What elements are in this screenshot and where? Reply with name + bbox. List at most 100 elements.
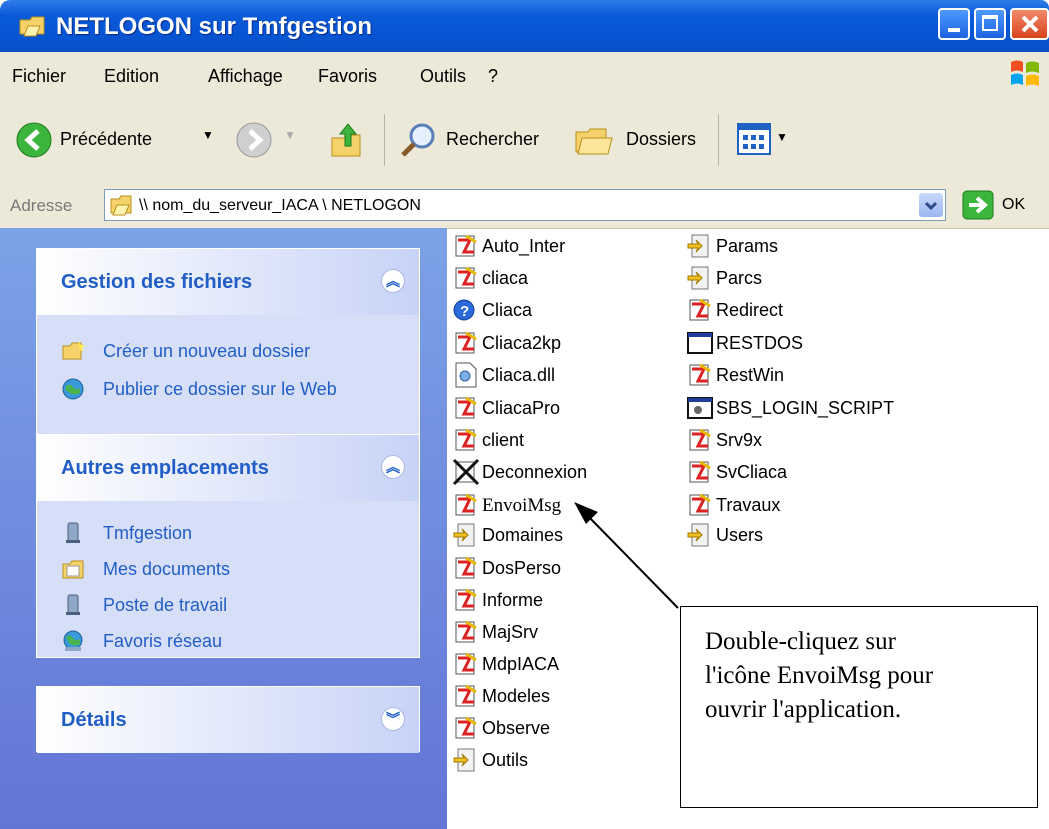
task-new-folder-label[interactable]: Créer un nouveau dossier [103, 341, 310, 362]
window-title: NETLOGON sur Tmfgestion [56, 13, 373, 40]
close-icon [1021, 15, 1039, 33]
place-my-documents-label[interactable]: Mes documents [103, 559, 230, 580]
go-label[interactable]: OK [1002, 196, 1025, 214]
file-tasks-header[interactable]: Gestion des fichiers ︽ [37, 249, 419, 315]
menu-bar: Fichier Edition Affichage Favoris Outils… [0, 52, 1049, 99]
other-places-header[interactable]: Autres emplacements ︽ [37, 435, 419, 501]
file-name: Auto_Inter [482, 236, 566, 256]
file-name: Travaux [716, 495, 781, 515]
file-name: cliaca [482, 268, 529, 288]
address-dropdown-button[interactable] [919, 193, 943, 217]
go-button[interactable] [962, 190, 994, 220]
file-name: Parcs [716, 268, 763, 288]
forward-dropdown-icon[interactable]: ▼ [284, 128, 296, 142]
back-label[interactable]: Précédente [60, 129, 152, 150]
up-folder-button[interactable] [328, 120, 364, 160]
go-arrow-icon [962, 190, 994, 220]
script-file-icon [687, 234, 709, 258]
views-dropdown-icon[interactable]: ▼ [776, 130, 788, 144]
file-name: DosPerso [482, 558, 562, 578]
batch-file-icon [455, 266, 477, 289]
views-icon [737, 123, 771, 155]
menu-help[interactable]: ? [488, 66, 498, 87]
batch-file-icon [455, 331, 477, 354]
forward-button[interactable] [236, 122, 272, 158]
file-name: Observe [482, 718, 551, 738]
back-dropdown-icon[interactable]: ▼ [202, 128, 214, 142]
dll-file-icon [455, 362, 477, 388]
folders-icon [575, 128, 613, 155]
batch-file-icon [455, 428, 477, 451]
callout-text: Double-cliquez sur l'icône EnvoiMsg pour… [705, 628, 934, 723]
toolbar: Précédente ▼ ▼ Rechercher Dossiers ▼ [0, 98, 1049, 185]
minimize-button[interactable] [938, 8, 970, 40]
task-pane: Gestion des fichiers ︽ Créer un nouveau … [0, 228, 447, 829]
menu-fichier[interactable]: Fichier [12, 66, 66, 87]
expand-icon[interactable]: ︾ [381, 707, 405, 731]
disconnect-icon [452, 458, 480, 486]
close-button[interactable] [1010, 8, 1049, 40]
batch-file-icon [689, 493, 711, 516]
batch-file-icon [689, 460, 711, 483]
new-folder-icon [62, 341, 85, 360]
batch-file-icon [455, 234, 477, 257]
file-name: Cliaca.dll [482, 365, 556, 385]
collapse-icon[interactable]: ︽ [381, 269, 405, 293]
file-name: MajSrv [482, 622, 539, 642]
menu-affichage[interactable]: Affichage [208, 66, 283, 87]
batch-file-icon [455, 588, 477, 611]
batch-file-icon [689, 428, 711, 451]
network-folder-icon [110, 195, 132, 216]
help-file-icon: ? [453, 299, 475, 321]
batch-file-icon [455, 716, 477, 739]
place-workstation-label[interactable]: Poste de travail [103, 595, 227, 616]
shortcut-window-icon [687, 397, 713, 419]
folders-label[interactable]: Dossiers [626, 129, 696, 150]
batch-file-icon [455, 556, 477, 579]
title-bar[interactable]: NETLOGON sur Tmfgestion [0, 0, 1049, 52]
script-file-icon [687, 523, 709, 547]
search-button[interactable] [398, 120, 438, 160]
details-header[interactable]: Détails ︾ [37, 687, 419, 753]
script-file-icon [687, 266, 709, 290]
svg-text:?: ? [460, 303, 469, 320]
batch-file-icon [455, 620, 477, 643]
menu-edition[interactable]: Edition [104, 66, 159, 87]
file-name: RestWin [716, 365, 785, 385]
file-name: Informe [482, 590, 544, 610]
chevron-down-icon [924, 201, 938, 211]
file-name: Cliaca2kp [482, 333, 562, 353]
other-places-title: Autres emplacements [61, 457, 269, 479]
menu-favoris[interactable]: Favoris [318, 66, 377, 87]
maximize-button[interactable] [974, 8, 1006, 40]
file-name: Cliaca [482, 300, 533, 320]
file-name: Params [716, 236, 779, 256]
file-name: Srv9x [716, 430, 763, 450]
back-button[interactable] [16, 122, 52, 158]
explorer-window: NETLOGON sur Tmfgestion Fichier Edition … [0, 0, 1049, 829]
task-publish-web-label[interactable]: Publier ce dossier sur le Web [103, 379, 337, 400]
script-file-icon [453, 523, 475, 547]
up-folder-icon [331, 123, 361, 157]
file-name: EnvoiMsg [482, 495, 562, 516]
file-name: Modeles [482, 686, 551, 706]
search-label[interactable]: Rechercher [446, 129, 539, 150]
menu-outils[interactable]: Outils [420, 66, 466, 87]
instruction-callout: Double-cliquez sur l'icône EnvoiMsg pour… [680, 606, 1038, 808]
batch-file-icon [455, 493, 477, 516]
file-name: MdpIACA [482, 654, 560, 674]
file-name: Domaines [482, 525, 564, 545]
details-title: Détails [61, 709, 127, 731]
views-button[interactable]: ▼ [736, 122, 788, 158]
folders-button[interactable] [572, 120, 616, 160]
place-tmfgestion-label[interactable]: Tmfgestion [103, 523, 192, 544]
file-name: RESTDOS [716, 333, 804, 353]
address-value: \\ nom_du_serveur_IACA \ NETLOGON [139, 197, 421, 214]
file-name: Users [716, 525, 764, 545]
address-input[interactable]: \\ nom_du_serveur_IACA \ NETLOGON [104, 189, 946, 221]
script-file-icon [453, 748, 475, 772]
details-panel: Détails ︾ [36, 686, 420, 753]
place-network-label[interactable]: Favoris réseau [103, 631, 222, 652]
file-name: SBS_LOGIN_SCRIPT [716, 398, 895, 418]
collapse-icon[interactable]: ︽ [381, 455, 405, 479]
